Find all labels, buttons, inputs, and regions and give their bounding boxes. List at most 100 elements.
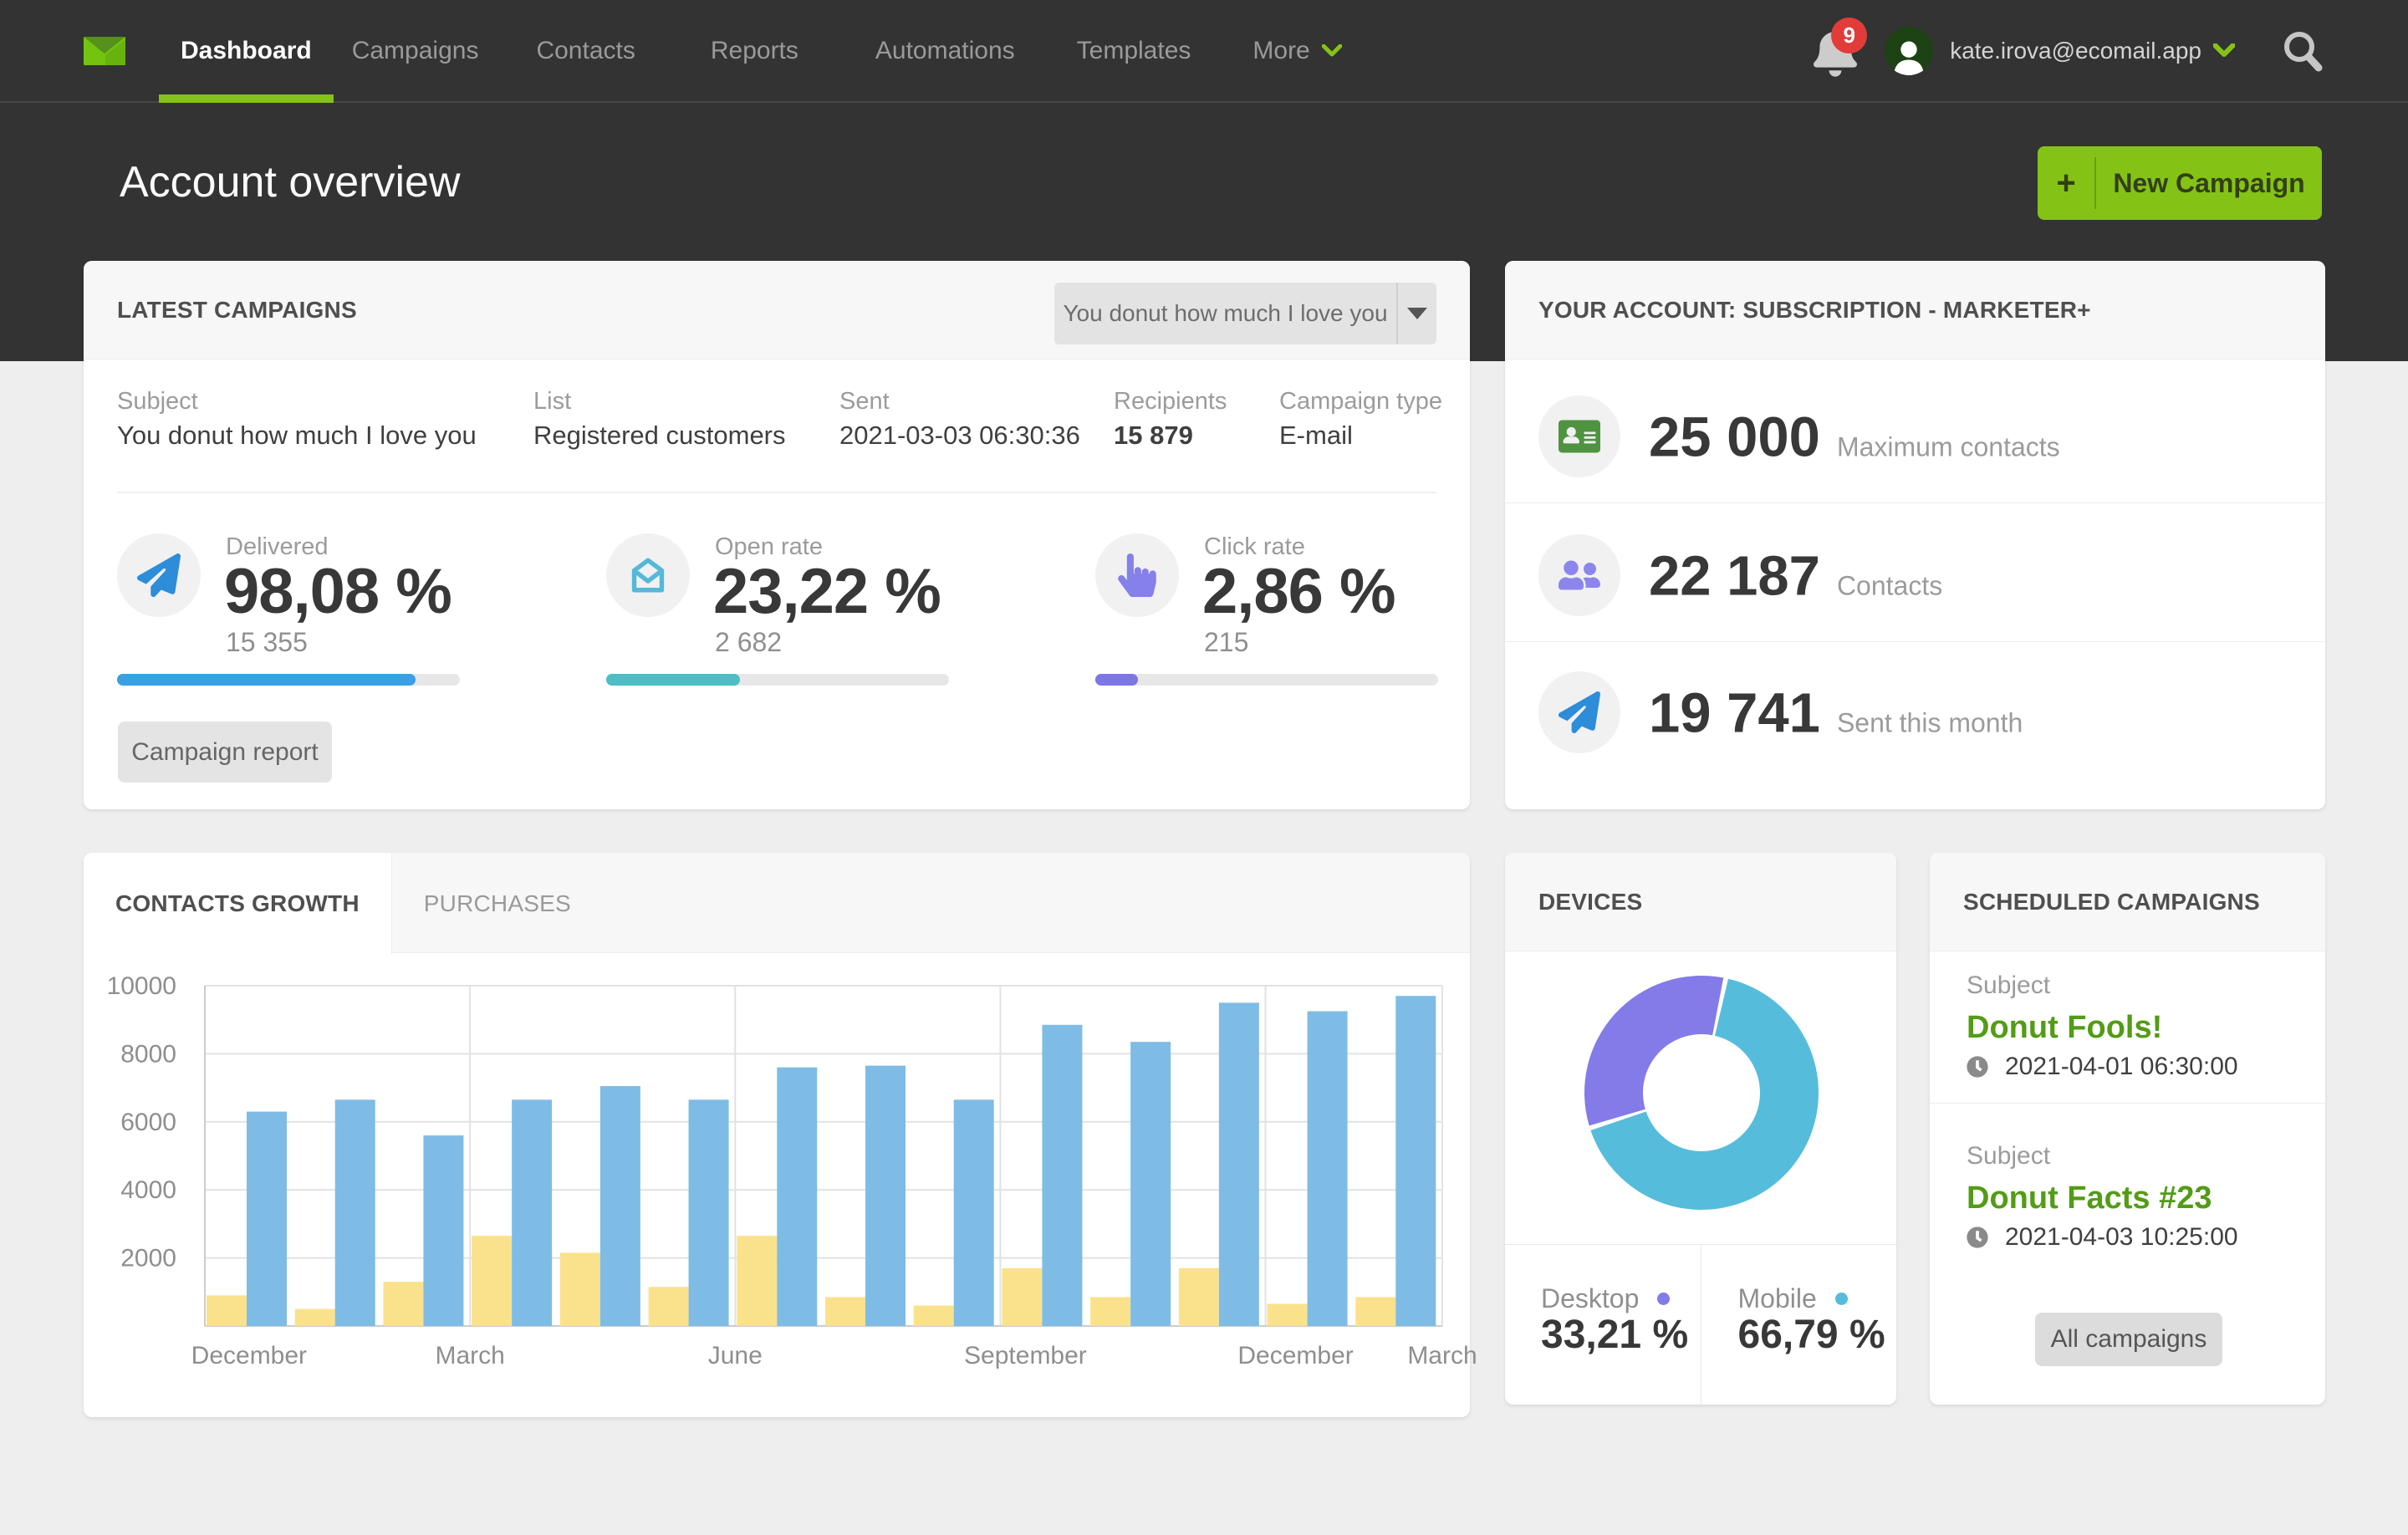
legend-value: 33,21 % bbox=[1541, 1312, 1688, 1358]
growth-tabs: CONTACTS GROWTH PURCHASES bbox=[84, 853, 1470, 953]
x-axis-label: June bbox=[708, 1342, 763, 1369]
y-axis-label: 4000 bbox=[120, 1176, 176, 1204]
card-header: LATEST CAMPAIGNS You donut how much I lo… bbox=[84, 261, 1470, 360]
stat-icon-circle bbox=[1095, 533, 1179, 617]
all-campaigns-button[interactable]: All campaigns bbox=[2035, 1313, 2222, 1366]
bar-yellow bbox=[1090, 1297, 1130, 1326]
account-card-title: YOUR ACCOUNT: SUBSCRIPTION - MARKETER+ bbox=[1538, 261, 2091, 360]
campaign-report-button[interactable]: Campaign report bbox=[118, 722, 332, 783]
field-campaign-type: Campaign typeE-mail bbox=[1279, 388, 1442, 451]
nav-right: 9 kate.irova@ecomail.app bbox=[1814, 0, 2408, 101]
bar-yellow bbox=[207, 1295, 247, 1326]
account-icon-circle bbox=[1538, 395, 1620, 477]
scheduled-item: SubjectDonut Fools!2021-04-01 06:30:00 bbox=[1967, 971, 2288, 1081]
nav-item-dashboard[interactable]: Dashboard bbox=[159, 0, 334, 101]
bar-yellow bbox=[472, 1236, 512, 1326]
nav-item-reports[interactable]: Reports bbox=[689, 0, 820, 101]
nav-item-automations[interactable]: Automations bbox=[854, 0, 1037, 101]
clock-icon bbox=[1967, 1056, 1988, 1078]
plus-icon: + bbox=[2038, 165, 2094, 202]
legend-value: 66,79 % bbox=[1738, 1312, 1885, 1358]
devices-card: DEVICES Desktop33,21 %Mobile66,79 % bbox=[1505, 853, 1896, 1405]
field-label: Subject bbox=[117, 388, 477, 416]
field-subject: Subject You donut how much I love you bbox=[117, 388, 477, 451]
bar-blue bbox=[1130, 1042, 1171, 1326]
contacts-growth-card: CONTACTS GROWTH PURCHASES 2000 4000 6000 800… bbox=[84, 853, 1470, 1417]
legend-desktop: Desktop33,21 % bbox=[1505, 1245, 1701, 1405]
y-axis-label: 8000 bbox=[120, 1040, 176, 1068]
stat-progress-fill bbox=[606, 674, 740, 686]
nav-item-label: Automations bbox=[875, 37, 1015, 65]
bar-blue bbox=[335, 1099, 375, 1326]
bar-yellow bbox=[737, 1236, 777, 1326]
account-value: 22 187 bbox=[1649, 545, 1820, 608]
y-axis-label: 6000 bbox=[120, 1109, 176, 1136]
field-value: 15 879 bbox=[1114, 421, 1227, 451]
nav-item-label: Dashboard bbox=[181, 37, 312, 65]
search-icon[interactable] bbox=[2281, 29, 2324, 73]
page: Dashboard Campaigns Contacts Reports Automat… bbox=[0, 0, 2408, 1535]
person-icon bbox=[1892, 38, 1926, 75]
nav-item-label: Templates bbox=[1077, 37, 1191, 65]
field-label: Campaign type bbox=[1279, 388, 1442, 416]
x-axis-label: March bbox=[1407, 1342, 1477, 1369]
campaign-selector[interactable]: You donut how much I love you bbox=[1054, 283, 1436, 344]
nav-item-contacts[interactable]: Contacts bbox=[514, 0, 656, 101]
card-header: DEVICES bbox=[1505, 853, 1896, 951]
stat-progress-fill bbox=[1095, 674, 1138, 686]
y-axis-label: 2000 bbox=[120, 1245, 176, 1272]
field-label: Sent bbox=[839, 388, 1080, 416]
account-value: 25 000 bbox=[1649, 406, 1820, 469]
bar-blue bbox=[1308, 1012, 1348, 1326]
campaign-subject-link[interactable]: Donut Fools! bbox=[1967, 1010, 2288, 1046]
field-label: Recipients bbox=[1114, 388, 1227, 416]
bar-blue bbox=[954, 1099, 994, 1326]
account-line: 25 000Maximum contacts bbox=[1649, 405, 2060, 470]
legend-label: Desktop bbox=[1541, 1283, 1639, 1314]
account-icon-circle bbox=[1538, 671, 1620, 753]
avatar[interactable] bbox=[1885, 27, 1933, 75]
stat-icon-circle bbox=[117, 533, 201, 617]
tab-contacts-growth[interactable]: CONTACTS GROWTH bbox=[84, 853, 392, 954]
bar-blue bbox=[247, 1112, 287, 1326]
tab-label: CONTACTS GROWTH bbox=[115, 890, 360, 917]
legend-row: Desktop bbox=[1541, 1283, 1670, 1314]
bar-yellow bbox=[1002, 1268, 1042, 1326]
x-axis-label: September bbox=[964, 1342, 1087, 1369]
scheduled-item: SubjectDonut Facts #232021-04-03 10:25:0… bbox=[1967, 1142, 2288, 1252]
field-value: Registered customers bbox=[533, 421, 786, 451]
nav-item-templates[interactable]: Templates bbox=[1055, 0, 1213, 101]
envelope-open-icon bbox=[626, 553, 670, 597]
contacts-growth-chart: 200040006000800010000DecemberMarchJuneSe… bbox=[84, 953, 1470, 1417]
card-header: YOUR ACCOUNT: SUBSCRIPTION - MARKETER+ bbox=[1505, 261, 2325, 360]
nav-item-campaigns[interactable]: Campaigns bbox=[330, 0, 501, 101]
hand-pointer-icon bbox=[1115, 553, 1159, 597]
chevron-down-icon[interactable] bbox=[2213, 43, 2235, 58]
field-value: You donut how much I love you bbox=[117, 421, 477, 451]
nav-item-more[interactable]: More bbox=[1231, 0, 1363, 101]
bar-yellow bbox=[1179, 1268, 1219, 1326]
bar-blue bbox=[600, 1086, 640, 1326]
bar-yellow bbox=[383, 1282, 423, 1326]
notifications-button[interactable]: 9 bbox=[1814, 27, 1854, 75]
account-icon-circle bbox=[1538, 534, 1620, 616]
scheduled-datetime: 2021-04-03 10:25:00 bbox=[2005, 1223, 2238, 1252]
tab-purchases[interactable]: PURCHASES bbox=[392, 853, 603, 954]
nav-item-label: Reports bbox=[711, 37, 798, 65]
nav-item-label: More bbox=[1252, 37, 1309, 65]
divider bbox=[117, 492, 1436, 493]
user-email[interactable]: kate.irova@ecomail.app bbox=[1950, 38, 2201, 64]
ecomail-logo[interactable] bbox=[84, 37, 125, 65]
stat-progress-track bbox=[117, 674, 460, 686]
new-campaign-button[interactable]: + New Campaign bbox=[2038, 146, 2322, 220]
x-axis-label: March bbox=[435, 1342, 504, 1369]
bar-yellow bbox=[914, 1306, 954, 1326]
nav-item-label: Contacts bbox=[536, 37, 635, 65]
campaign-subject-link[interactable]: Donut Facts #23 bbox=[1967, 1181, 2288, 1216]
notification-badge: 9 bbox=[1831, 18, 1867, 54]
dropdown-arrow-icon bbox=[1398, 307, 1436, 320]
account-line: 19 741Sent this month bbox=[1649, 681, 2023, 746]
bar-blue bbox=[777, 1068, 817, 1326]
devices-title: DEVICES bbox=[1538, 853, 1642, 951]
bar-blue bbox=[1042, 1025, 1082, 1326]
